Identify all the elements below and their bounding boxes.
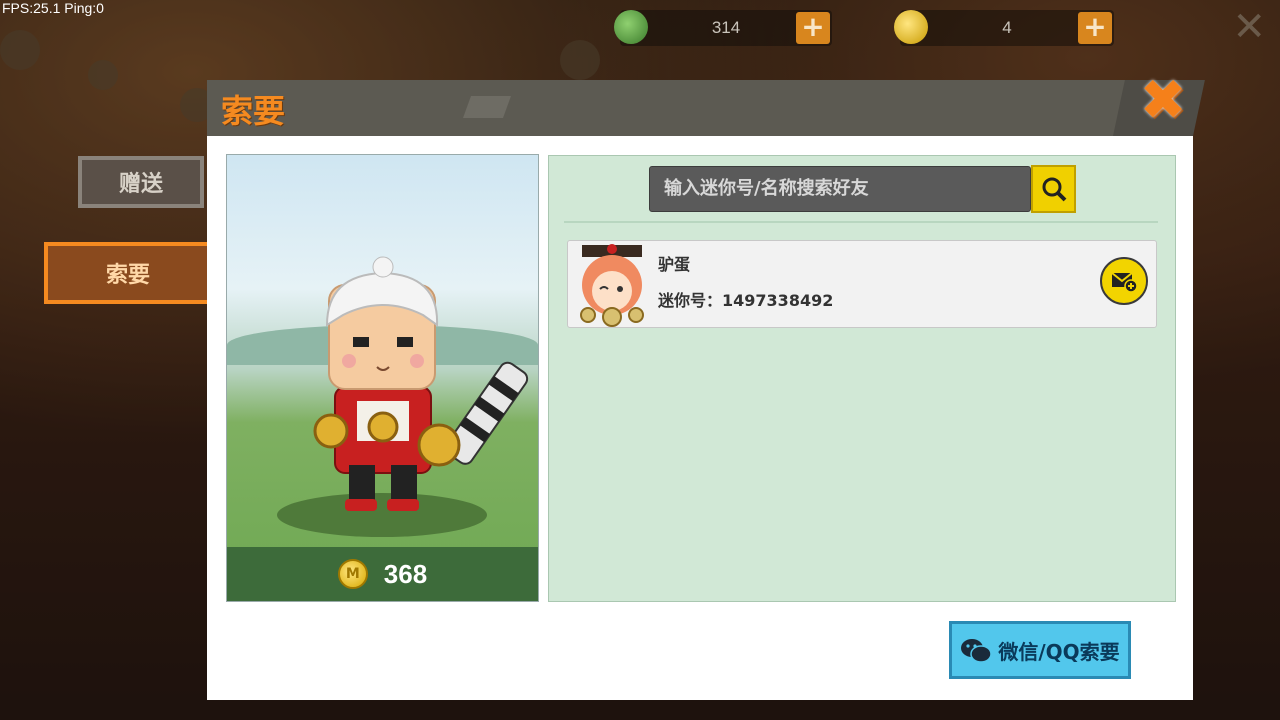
- request-mail-button[interactable]: [1100, 257, 1148, 305]
- close-icon[interactable]: ✖: [1139, 72, 1187, 130]
- currency-bean-value: 314: [711, 18, 741, 37]
- wechat-icon: [961, 639, 993, 663]
- friend-id-value: 1497338492: [722, 291, 834, 310]
- divider: [564, 221, 1158, 223]
- green-bean-coin-icon: [614, 10, 648, 44]
- tab-give[interactable]: 赠送: [78, 156, 204, 208]
- search-icon: [1042, 177, 1066, 202]
- wechat-qq-request-label: 微信/QQ索要: [998, 639, 1120, 664]
- currency-coin: 4 +: [894, 10, 1114, 46]
- gold-mini-coin-icon: [894, 10, 928, 44]
- header-decoration: [462, 96, 512, 118]
- friend-name: 驴蛋: [658, 255, 691, 274]
- add-coin-button[interactable]: +: [1078, 12, 1112, 44]
- search-button[interactable]: [1031, 165, 1076, 213]
- dialog-title: 索要: [221, 92, 286, 130]
- dialog-header: 索要: [207, 80, 1205, 136]
- wechat-qq-request-button[interactable]: 微信/QQ索要: [949, 621, 1131, 679]
- character-price-bar: M 368: [227, 547, 538, 601]
- fps-readout: FPS:25.1 Ping:0: [2, 0, 104, 16]
- send-mail-icon: [1111, 272, 1138, 293]
- friend-search-input[interactable]: 输入迷你号/名称搜索好友: [649, 166, 1031, 212]
- friend-list-item[interactable]: 驴蛋 迷你号：1497338492: [567, 240, 1157, 328]
- friend-id: 迷你号：1497338492: [658, 287, 833, 311]
- friend-avatar: [580, 244, 644, 327]
- character-price: 368: [383, 558, 428, 589]
- background-close-icon[interactable]: ✕: [1232, 4, 1266, 50]
- add-bean-button[interactable]: +: [796, 12, 830, 44]
- currency-bean: 314 +: [614, 10, 832, 46]
- friend-id-label: 迷你号：: [658, 291, 723, 310]
- request-dialog: 索要 ✖ M 368 输入迷你号/名称搜索好友 驴蛋 迷你号：149733849…: [207, 72, 1205, 700]
- character-skin-image: [313, 256, 529, 511]
- tab-request[interactable]: 索要: [44, 242, 212, 304]
- gold-mini-coin-icon: M: [337, 559, 368, 589]
- friend-list-panel: 输入迷你号/名称搜索好友 驴蛋 迷你号：1497338492: [548, 155, 1176, 602]
- currency-coin-value: 4: [1002, 18, 1012, 37]
- character-preview-panel: M 368: [226, 154, 539, 602]
